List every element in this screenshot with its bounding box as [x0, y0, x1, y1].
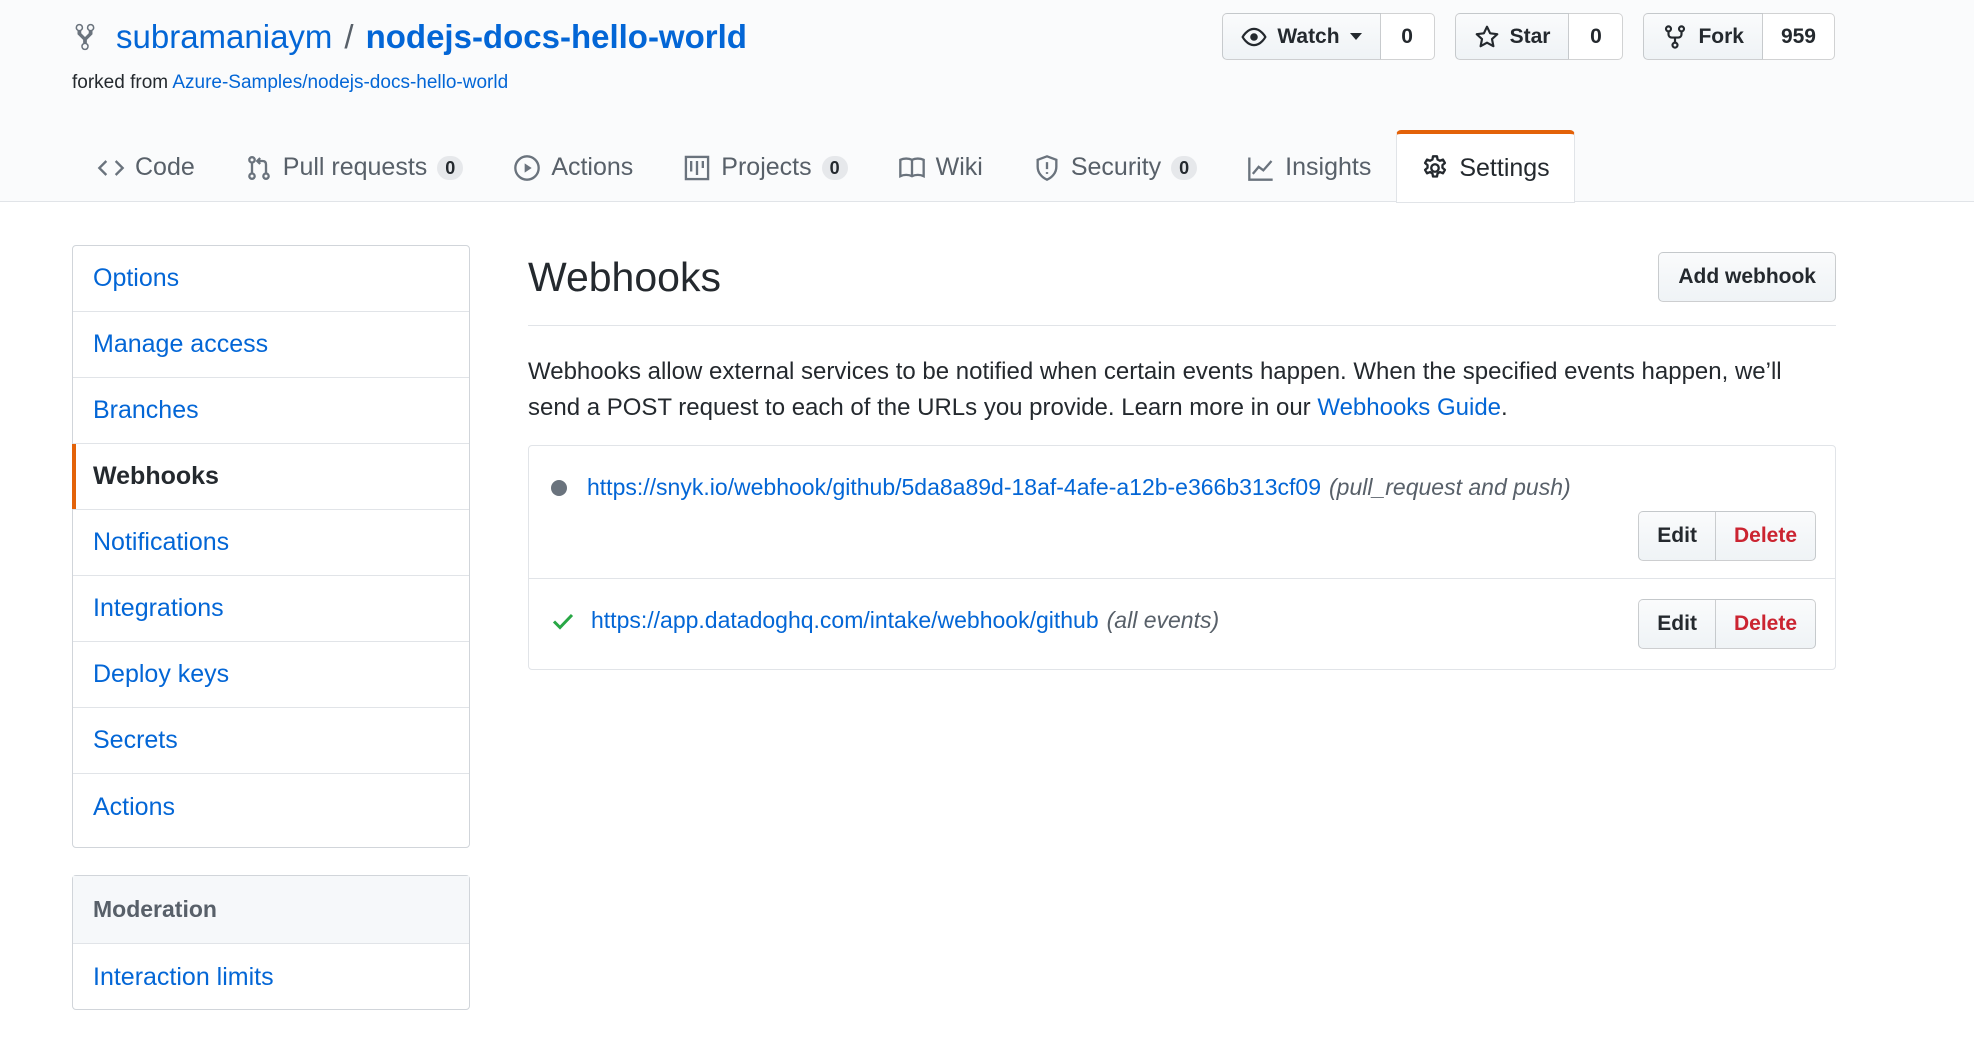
sidebar-item-options[interactable]: Options [73, 246, 469, 312]
watch-count[interactable]: 0 [1380, 13, 1435, 60]
gear-icon [1424, 155, 1447, 178]
dot-icon [551, 479, 567, 496]
hook-events: (all events) [1106, 607, 1220, 633]
sidebar-item-interaction-limits[interactable]: Interaction limits [73, 944, 469, 1010]
watch-group: Watch 0 [1222, 13, 1435, 60]
eye-icon [1241, 27, 1267, 46]
repo-forked-icon [1665, 24, 1686, 49]
tab-projects[interactable]: Projects 0 [658, 130, 872, 202]
tab-label: Code [135, 153, 195, 181]
star-group: Star 0 [1454, 13, 1624, 60]
subhead: Webhooks Add webhook [528, 244, 1836, 326]
hook-line: https://snyk.io/webhook/github/5da8a89d-… [551, 474, 1571, 501]
tab-security[interactable]: Security 0 [1008, 130, 1222, 202]
tab-counter: 0 [821, 155, 848, 180]
description-suffix: . [1501, 394, 1508, 421]
hook-line: https://app.datadoghq.com/intake/webhook… [551, 607, 1219, 634]
tab-label: Pull requests [282, 153, 428, 181]
sidebar-item-webhooks[interactable]: Webhooks [72, 444, 469, 510]
fork-count[interactable]: 959 [1762, 13, 1835, 60]
tab-label: Actions [551, 153, 634, 181]
settings-menu: Options Manage access Branches Webhooks … [72, 245, 470, 848]
sidebar-item-secrets[interactable]: Secrets [73, 708, 469, 774]
tab-insights[interactable]: Insights [1222, 130, 1396, 202]
book-icon [898, 156, 925, 178]
play-icon [514, 154, 541, 181]
star-label: Star [1509, 24, 1551, 48]
list-item: https://app.datadoghq.com/intake/webhook… [529, 579, 1835, 669]
repo-forked-icon [75, 23, 95, 51]
repo-header: subramaniaym / nodejs-docs-hello-world f… [0, 0, 1974, 203]
watch-button[interactable]: Watch [1222, 13, 1381, 60]
fork-group: Fork 959 [1643, 13, 1835, 60]
watch-label: Watch [1277, 24, 1340, 48]
sidebar-item-actions[interactable]: Actions [73, 774, 469, 840]
repo-title: subramaniaym / nodejs-docs-hello-world [72, 14, 747, 60]
forked-source-link[interactable]: Azure-Samples/nodejs-docs-hello-world [172, 72, 508, 93]
tab-label: Wiki [935, 153, 983, 181]
edit-button[interactable]: Edit [1638, 599, 1716, 649]
forked-from-label: forked from [72, 72, 169, 93]
tab-wiki[interactable]: Wiki [873, 130, 1008, 202]
fork-button[interactable]: Fork [1643, 13, 1763, 60]
hook-events: (pull_request and push) [1329, 474, 1571, 500]
shield-icon [1036, 154, 1058, 181]
repo-nav: Code Pull requests 0 Actions Projects 0 … [72, 130, 1575, 203]
description-text: Webhooks allow external services to be n… [528, 358, 1782, 421]
webhooks-description: Webhooks allow external services to be n… [528, 354, 1836, 426]
repo-name-link[interactable]: nodejs-docs-hello-world [366, 18, 747, 56]
edit-button[interactable]: Edit [1638, 511, 1716, 561]
webhooks-list: https://snyk.io/webhook/github/5da8a89d-… [528, 445, 1836, 670]
git-pull-request-icon [247, 155, 270, 180]
project-icon [685, 155, 710, 180]
moderation-menu: Moderation Interaction limits [72, 875, 470, 1010]
sidebar-item-manage-access[interactable]: Manage access [73, 312, 469, 378]
chevron-down-icon [1349, 33, 1362, 40]
check-icon [552, 613, 574, 630]
tab-label: Projects [721, 153, 812, 181]
tab-label: Insights [1285, 153, 1372, 181]
hook-url-link[interactable]: https://snyk.io/webhook/github/5da8a89d-… [587, 474, 1321, 501]
moderation-heading: Moderation [73, 876, 469, 944]
repo-owner-link[interactable]: subramaniaym [116, 18, 332, 56]
tab-settings[interactable]: Settings [1396, 130, 1575, 203]
star-button[interactable]: Star [1454, 13, 1570, 60]
repo-actions: Watch 0 Star 0 Fork 959 [1222, 13, 1835, 60]
sidebar-item-deploy-keys[interactable]: Deploy keys [73, 642, 469, 708]
tab-actions[interactable]: Actions [488, 130, 658, 202]
sidebar-item-integrations[interactable]: Integrations [73, 576, 469, 642]
sidebar-item-notifications[interactable]: Notifications [73, 510, 469, 576]
add-webhook-button[interactable]: Add webhook [1658, 252, 1836, 302]
tab-label: Security [1070, 153, 1162, 181]
webhooks-guide-link[interactable]: Webhooks Guide [1317, 394, 1501, 421]
sidebar-item-branches[interactable]: Branches [73, 378, 469, 444]
forked-from: forked from Azure-Samples/nodejs-docs-he… [72, 72, 508, 94]
list-item: https://snyk.io/webhook/github/5da8a89d-… [529, 446, 1835, 579]
code-icon [97, 159, 125, 176]
hook-actions: Edit Delete [1638, 511, 1816, 561]
tab-pull-requests[interactable]: Pull requests 0 [220, 130, 489, 202]
graph-icon [1248, 157, 1273, 181]
delete-button[interactable]: Delete [1715, 599, 1816, 649]
page-title: Webhooks [528, 254, 721, 300]
star-count[interactable]: 0 [1569, 13, 1624, 60]
tab-label: Settings [1459, 153, 1550, 182]
tab-counter: 0 [1171, 155, 1198, 180]
fork-label: Fork [1698, 24, 1744, 48]
path-separator: / [344, 18, 354, 55]
delete-button[interactable]: Delete [1715, 511, 1816, 561]
hook-url-link[interactable]: https://app.datadoghq.com/intake/webhook… [591, 607, 1099, 634]
hook-actions: Edit Delete [1638, 599, 1816, 649]
star-icon [1475, 25, 1498, 47]
tab-counter: 0 [437, 155, 464, 180]
tab-code[interactable]: Code [72, 130, 220, 202]
